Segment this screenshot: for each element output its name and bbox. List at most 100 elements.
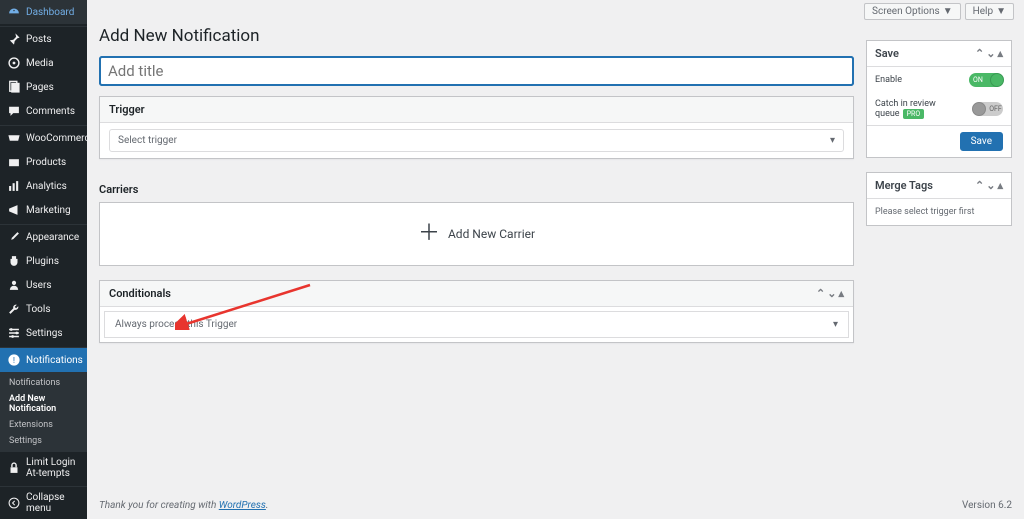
chevron-up-icon[interactable]: ▴ — [997, 179, 1003, 192]
conditionals-select[interactable]: Always process this Trigger ▾ — [105, 312, 848, 337]
lock-icon — [7, 461, 21, 475]
enable-label: Enable — [875, 75, 902, 85]
sidebar-item-pages[interactable]: Pages — [0, 75, 87, 99]
chevron-up-icon[interactable]: ⌃ — [816, 287, 825, 300]
help-button[interactable]: Help▼ — [965, 3, 1014, 20]
panel-controls: ⌃ ⌄ ▴ — [975, 47, 1003, 60]
chevron-up-icon[interactable]: ▴ — [997, 47, 1003, 60]
sidebar-label: Settings — [26, 328, 63, 339]
pro-badge: PRO — [903, 109, 925, 119]
sidebar-item-settings[interactable]: Settings — [0, 321, 87, 345]
carriers-heading: Carriers — [99, 173, 854, 202]
admin-footer: Thank you for creating with WordPress. V… — [87, 492, 1024, 519]
analytics-icon — [7, 179, 21, 193]
gauge-icon — [7, 5, 21, 19]
conditionals-heading: Conditionals — [109, 287, 171, 300]
merge-tags-metabox: Merge Tags ⌃ ⌄ ▴ Please select trigger f… — [866, 172, 1012, 226]
admin-sidebar: Dashboard Posts Media Pages Comments Woo… — [0, 0, 87, 519]
collapse-label: Collapse menu — [26, 492, 80, 514]
sidebar-label: Pages — [26, 82, 54, 93]
products-icon — [7, 155, 21, 169]
sidebar-label: Dashboard — [26, 7, 74, 18]
sidebar-label: Plugins — [26, 256, 59, 267]
sidebar-label: WooCommerce — [26, 133, 95, 144]
help-label: Help — [973, 6, 993, 17]
sidebar-label: Users — [26, 280, 52, 291]
main-area: Screen Options▼ Help▼ Add New Notificati… — [87, 0, 1024, 519]
submenu-settings[interactable]: Settings — [0, 433, 87, 449]
sidebar-item-products[interactable]: Products — [0, 150, 87, 174]
chevron-up-icon[interactable]: ⌃ — [975, 47, 984, 60]
collapse-menu[interactable]: Collapse menu — [0, 487, 87, 519]
woo-icon — [7, 131, 21, 145]
save-metabox: Save ⌃ ⌄ ▴ Enable ON Catch in review que… — [866, 40, 1012, 158]
chevron-down-icon[interactable]: ⌄ — [986, 179, 995, 192]
version-text: Version 6.2 — [962, 500, 1012, 511]
user-icon — [7, 278, 21, 292]
screen-options-label: Screen Options — [872, 6, 940, 17]
pin-icon — [7, 32, 21, 46]
trigger-heading: Trigger — [109, 103, 145, 116]
footer-thanks: Thank you for creating with WordPress. — [99, 500, 268, 511]
chevron-up-icon[interactable]: ⌃ — [975, 179, 984, 192]
sidebar-item-posts[interactable]: Posts — [0, 27, 87, 51]
sidebar-label: Notifications — [26, 355, 83, 366]
sidebar-item-limit-login[interactable]: Limit Login At-tempts — [0, 452, 87, 484]
wordpress-link[interactable]: WordPress — [219, 500, 266, 511]
save-button[interactable]: Save — [960, 132, 1003, 151]
toggle-on-label: ON — [969, 76, 983, 84]
enable-toggle[interactable]: ON — [969, 73, 1003, 87]
sidebar-label: Analytics — [26, 181, 67, 192]
sidebar-label: Products — [26, 157, 66, 168]
sidebar-item-woocommerce[interactable]: WooCommerce — [0, 126, 87, 150]
toggle-knob — [972, 102, 986, 116]
sidebar-item-media[interactable]: Media — [0, 51, 87, 75]
submenu-notifications[interactable]: Notifications — [0, 375, 87, 391]
review-toggle[interactable]: OFF — [973, 102, 1003, 116]
sidebar-item-users[interactable]: Users — [0, 273, 87, 297]
comment-icon — [7, 104, 21, 118]
screen-options-button[interactable]: Screen Options▼ — [864, 3, 961, 20]
title-input[interactable] — [99, 56, 854, 86]
conditionals-panel-head: Conditionals ⌃ ⌄ ▴ — [100, 281, 853, 307]
sliders-icon — [7, 326, 21, 340]
marketing-icon — [7, 203, 21, 217]
sidebar-item-appearance[interactable]: Appearance — [0, 225, 87, 249]
add-carrier-button[interactable]: ＋ Add New Carrier — [99, 202, 854, 266]
sidebar-item-analytics[interactable]: Analytics — [0, 174, 87, 198]
svg-text:!: ! — [13, 356, 15, 366]
top-bar: Screen Options▼ Help▼ — [87, 0, 1024, 20]
sidebar-label: Posts — [26, 34, 52, 45]
notifications-submenu: Notifications Add New Notification Exten… — [0, 372, 87, 452]
sidebar-label: Marketing — [26, 205, 71, 216]
bell-icon: ! — [7, 353, 21, 367]
chevron-down-icon: ▼ — [943, 6, 953, 17]
toggle-knob — [990, 73, 1004, 87]
sidebar-label: Comments — [26, 106, 75, 117]
trigger-select-value: Select trigger — [118, 135, 177, 146]
sidebar-item-marketing[interactable]: Marketing — [0, 198, 87, 222]
sidebar-item-comments[interactable]: Comments — [0, 99, 87, 123]
sidebar-item-dashboard[interactable]: Dashboard — [0, 0, 87, 24]
sidebar-item-plugins[interactable]: Plugins — [0, 249, 87, 273]
chevron-up-icon[interactable]: ▴ — [838, 287, 844, 300]
sidebar-item-notifications[interactable]: ! Notifications — [0, 348, 87, 372]
page-title: Add New Notification — [99, 20, 854, 56]
submenu-extensions[interactable]: Extensions — [0, 417, 87, 433]
review-label: Catch in review queuePRO — [875, 99, 973, 119]
submenu-add-new[interactable]: Add New Notification — [0, 391, 87, 417]
conditionals-select-value: Always process this Trigger — [115, 319, 237, 330]
collapse-icon — [7, 496, 21, 510]
plug-icon — [7, 254, 21, 268]
trigger-panel-head: Trigger — [100, 97, 853, 123]
chevron-down-icon: ▾ — [830, 135, 835, 146]
chevron-down-icon[interactable]: ⌄ — [827, 287, 836, 300]
plus-icon: ＋ — [418, 223, 440, 245]
add-carrier-label: Add New Carrier — [448, 227, 535, 241]
wrench-icon — [7, 302, 21, 316]
chevron-down-icon[interactable]: ⌄ — [986, 47, 995, 60]
trigger-select[interactable]: Select trigger ▾ — [109, 129, 844, 152]
sidebar-label: Media — [26, 58, 54, 69]
sidebar-item-tools[interactable]: Tools — [0, 297, 87, 321]
media-icon — [7, 56, 21, 70]
